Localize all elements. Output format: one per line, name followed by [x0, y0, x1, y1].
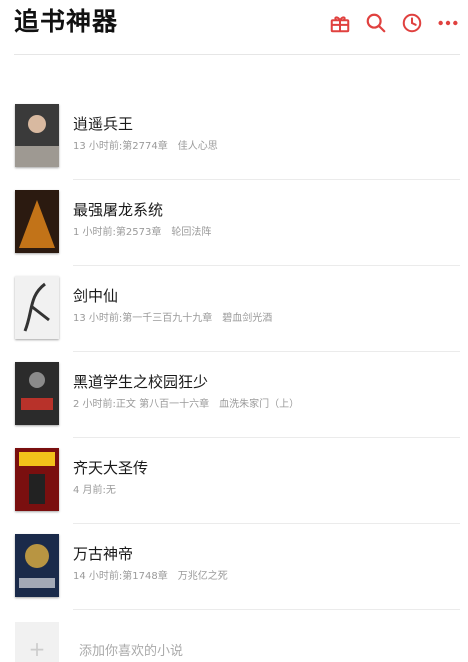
book-item[interactable]: 逍遥兵王 13 小时前:第2774章 佳人心思	[0, 94, 468, 180]
gift-icon[interactable]	[328, 11, 352, 35]
book-cover	[15, 104, 59, 167]
book-item[interactable]: 黑道学生之校园狂少 2 小时前:正文 第八百一十六章 血洗朱家门（上）	[0, 352, 468, 438]
app-title: 追书神器	[14, 7, 119, 36]
book-meta: 14 小时前:第1748章 万兆亿之死	[73, 570, 238, 584]
book-cover	[15, 362, 59, 425]
book-title: 齐天大圣传	[73, 459, 149, 477]
book-cover	[15, 448, 59, 511]
book-list: 逍遥兵王 13 小时前:第2774章 佳人心思 最强屠龙系统 1 小时前:第257…	[0, 94, 468, 610]
book-title: 黑道学生之校园狂少	[73, 373, 209, 391]
book-latest-chapter: 万兆亿之死	[177, 571, 228, 582]
book-item[interactable]: 剑中仙 13 小时前:第一千三百九十九章 碧血剑光酒	[0, 266, 468, 352]
book-updated: 2 小时前:正文 第八百一十六章	[73, 399, 210, 410]
search-icon[interactable]	[364, 11, 388, 35]
clock-icon[interactable]	[400, 11, 424, 35]
add-book-row[interactable]: + 添加你喜欢的小说	[0, 606, 468, 662]
book-cover	[15, 276, 59, 339]
header-icons	[316, 10, 460, 36]
book-title: 剑中仙	[73, 287, 119, 305]
book-item[interactable]: 万古神帝 14 小时前:第1748章 万兆亿之死	[0, 524, 468, 610]
book-title: 最强屠龙系统	[73, 201, 164, 219]
book-latest-chapter: 血洗朱家门（上）	[219, 399, 300, 410]
app-header: 追书神器	[0, 0, 468, 46]
book-meta: 13 小时前:第2774章 佳人心思	[73, 140, 228, 154]
more-icon[interactable]	[436, 11, 460, 35]
book-meta: 13 小时前:第一千三百九十九章 碧血剑光酒	[73, 312, 282, 326]
book-meta: 1 小时前:第2573章 轮回法阵	[73, 226, 221, 240]
book-item[interactable]: 最强屠龙系统 1 小时前:第2573章 轮回法阵	[0, 180, 468, 266]
book-updated: 13 小时前:第2774章	[73, 141, 168, 152]
book-latest-chapter: 佳人心思	[177, 141, 218, 152]
book-updated: 4 月前:无	[73, 485, 116, 496]
book-title: 逍遥兵王	[73, 115, 134, 133]
book-updated: 1 小时前:第2573章	[73, 227, 162, 238]
book-updated: 13 小时前:第一千三百九十九章	[73, 313, 213, 324]
book-latest-chapter: 轮回法阵	[171, 227, 212, 238]
book-cover	[15, 534, 59, 597]
header-divider	[14, 54, 460, 55]
book-meta: 2 小时前:正文 第八百一十六章 血洗朱家门（上）	[73, 398, 309, 412]
book-title: 万古神帝	[73, 545, 134, 563]
book-updated: 14 小时前:第1748章	[73, 571, 168, 582]
plus-icon: +	[28, 637, 46, 661]
book-cover	[15, 190, 59, 253]
book-latest-chapter: 碧血剑光酒	[222, 313, 273, 324]
book-meta: 4 月前:无	[73, 484, 136, 498]
add-book-label: 添加你喜欢的小说	[79, 644, 184, 659]
book-item[interactable]: 齐天大圣传 4 月前:无	[0, 438, 468, 524]
